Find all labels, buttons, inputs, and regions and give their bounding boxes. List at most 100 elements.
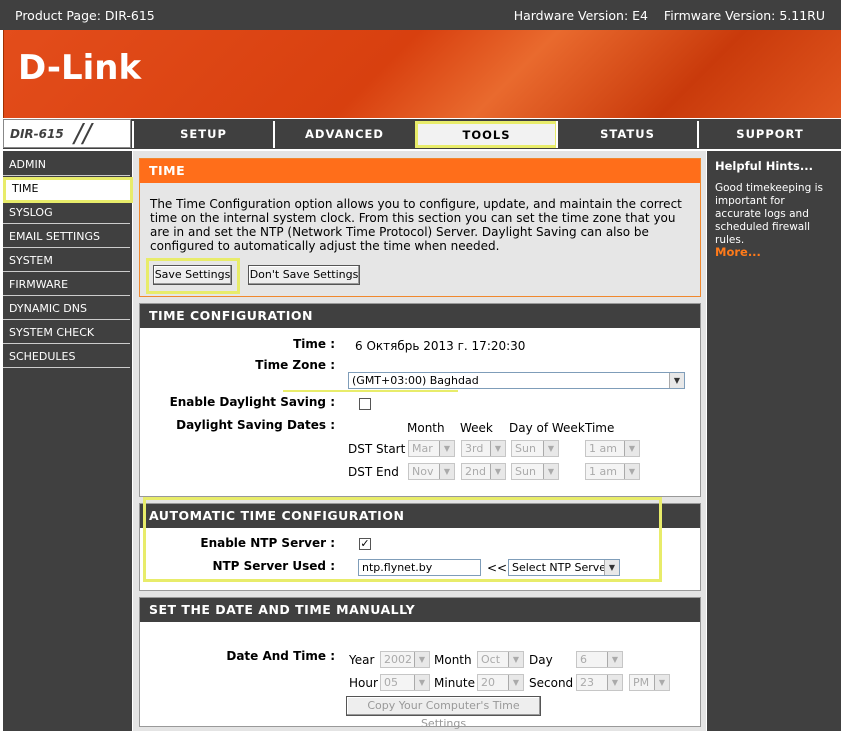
minute-select[interactable]: 20 ▼ bbox=[477, 674, 524, 691]
ntp-enable-checkbox[interactable]: ✓ bbox=[359, 538, 371, 550]
year-value: 2002 bbox=[384, 653, 412, 666]
month-value: Oct bbox=[481, 653, 501, 666]
minute-value: 20 bbox=[481, 676, 495, 689]
manual-title: SET THE DATE AND TIME MANUALLY bbox=[140, 598, 700, 622]
daylight-saving-checkbox[interactable] bbox=[359, 398, 371, 410]
dst-end-month-select[interactable]: Nov ▼ bbox=[408, 463, 455, 480]
intro-title: TIME bbox=[140, 159, 700, 183]
chevron-down-icon: ▼ bbox=[439, 441, 454, 456]
dst-end-label: DST End bbox=[348, 465, 399, 479]
sidebar-item-email-settings[interactable]: EMAIL SETTINGS bbox=[3, 225, 130, 248]
tab-support[interactable]: SUPPORT bbox=[697, 121, 841, 148]
month-label: Month bbox=[434, 653, 472, 667]
copy-computer-time-button[interactable]: Copy Your Computer's Time Settings bbox=[346, 696, 541, 730]
sidebar-item-admin[interactable]: ADMIN bbox=[3, 153, 130, 176]
sidebar-item-system[interactable]: SYSTEM bbox=[3, 249, 130, 272]
model-label: DIR-615 bbox=[10, 127, 64, 141]
dst-end-dow-select[interactable]: Sun ▼ bbox=[511, 463, 559, 480]
hour-label: Hour bbox=[349, 676, 378, 690]
col-month-label: Month bbox=[407, 421, 445, 435]
sidebar-item-syslog[interactable]: SYSLOG bbox=[3, 201, 130, 224]
time-zone-value: (GMT+03:00) Baghdad bbox=[352, 374, 479, 387]
time-intro-section: TIME The Time Configuration option allow… bbox=[139, 158, 701, 297]
ntp-arrows-label: << bbox=[487, 561, 508, 575]
chevron-down-icon: ▼ bbox=[414, 652, 429, 667]
ntp-server-select[interactable]: Select NTP Server ▼ bbox=[508, 559, 620, 576]
dst-end-dow-value: Sun bbox=[515, 465, 536, 478]
chevron-down-icon: ▼ bbox=[607, 652, 622, 667]
tab-advanced[interactable]: ADVANCED bbox=[273, 121, 414, 148]
second-value: 23 bbox=[580, 676, 594, 689]
tab-tools[interactable]: TOOLS bbox=[415, 121, 558, 148]
ampm-select[interactable]: PM ▼ bbox=[629, 674, 670, 691]
hints-text: Good timekeeping is important for accura… bbox=[715, 182, 823, 246]
save-settings-button[interactable]: Save Settings bbox=[153, 265, 232, 285]
ntp-server-input[interactable]: ntp.flynet.by bbox=[358, 559, 481, 576]
sidebar-item-firmware[interactable]: FIRMWARE bbox=[3, 273, 130, 296]
enable-daylight-saving-label: Enable Daylight Saving : bbox=[169, 395, 335, 409]
dst-start-label: DST Start bbox=[348, 442, 406, 456]
model-badge: DIR-615 // bbox=[3, 119, 131, 148]
timezone-underline-highlight bbox=[283, 390, 458, 392]
product-page-label: Product Page: DIR-615 bbox=[15, 8, 155, 23]
chevron-down-icon: ▼ bbox=[508, 675, 523, 690]
time-zone-select[interactable]: (GMT+03:00) Baghdad ▼ bbox=[348, 372, 685, 389]
hour-select[interactable]: 05 ▼ bbox=[380, 674, 430, 691]
year-select[interactable]: 2002 ▼ bbox=[380, 651, 430, 668]
day-select[interactable]: 6 ▼ bbox=[576, 651, 623, 668]
chevron-down-icon: ▼ bbox=[624, 441, 639, 456]
chevron-down-icon: ▼ bbox=[439, 464, 454, 479]
dst-end-week-select[interactable]: 2nd ▼ bbox=[461, 463, 506, 480]
main-nav: DIR-615 // SETUP ADVANCED TOOLS STATUS S… bbox=[3, 119, 841, 149]
dst-start-time-select[interactable]: 1 am ▼ bbox=[585, 440, 640, 457]
col-week-label: Week bbox=[460, 421, 493, 435]
dst-end-week-value: 2nd bbox=[465, 465, 486, 478]
tab-setup[interactable]: SETUP bbox=[132, 121, 273, 148]
time-label: Time : bbox=[293, 337, 335, 351]
dst-start-month-select[interactable]: Mar ▼ bbox=[408, 440, 455, 457]
dst-start-week-select[interactable]: 3rd ▼ bbox=[461, 440, 506, 457]
slashes-decoration: // bbox=[74, 119, 92, 149]
sidebar-item-system-check[interactable]: SYSTEM CHECK bbox=[3, 321, 130, 344]
chevron-down-icon: ▼ bbox=[490, 441, 505, 456]
hints-title: Helpful Hints... bbox=[715, 159, 813, 173]
month-select[interactable]: Oct ▼ bbox=[477, 651, 524, 668]
dst-end-time-select[interactable]: 1 am ▼ bbox=[585, 463, 640, 480]
chevron-down-icon: ▼ bbox=[414, 675, 429, 690]
dst-start-dow-value: Sun bbox=[515, 442, 536, 455]
dst-end-time-value: 1 am bbox=[589, 465, 617, 478]
dst-end-month-value: Nov bbox=[412, 465, 434, 478]
second-label: Second bbox=[529, 676, 574, 690]
versions-label: Hardware Version: E4 Firmware Version: 5… bbox=[513, 8, 825, 23]
time-config-title: TIME CONFIGURATION bbox=[140, 304, 700, 328]
ampm-value: PM bbox=[633, 676, 650, 689]
dst-start-dow-select[interactable]: Sun ▼ bbox=[511, 440, 559, 457]
tab-status[interactable]: STATUS bbox=[556, 121, 697, 148]
hints-more-link[interactable]: More... bbox=[715, 245, 761, 259]
chevron-down-icon: ▼ bbox=[543, 464, 558, 479]
sidebar: ADMIN TIME SYSLOG EMAIL SETTINGS SYSTEM … bbox=[3, 151, 133, 731]
helpful-hints-panel: Helpful Hints... Good timekeeping is imp… bbox=[707, 151, 841, 731]
top-bar: Product Page: DIR-615 Hardware Version: … bbox=[0, 0, 841, 30]
chevron-down-icon: ▼ bbox=[508, 652, 523, 667]
date-and-time-label: Date And Time : bbox=[226, 649, 335, 663]
intro-text: The Time Configuration option allows you… bbox=[150, 197, 682, 253]
sidebar-item-dynamic-dns[interactable]: DYNAMIC DNS bbox=[3, 297, 130, 320]
minute-label: Minute bbox=[434, 676, 475, 690]
chevron-down-icon: ▼ bbox=[604, 560, 619, 575]
sidebar-item-schedules[interactable]: SCHEDULES bbox=[3, 345, 130, 368]
daylight-saving-dates-label: Daylight Saving Dates : bbox=[176, 418, 335, 432]
dst-start-time-value: 1 am bbox=[589, 442, 617, 455]
dlink-logo: D-Link bbox=[18, 48, 142, 88]
day-value: 6 bbox=[580, 653, 587, 666]
day-label: Day bbox=[529, 653, 553, 667]
brand-banner: D-Link bbox=[3, 30, 841, 118]
sidebar-item-time[interactable]: TIME bbox=[3, 177, 133, 203]
chevron-down-icon: ▼ bbox=[669, 373, 684, 388]
chevron-down-icon: ▼ bbox=[607, 675, 622, 690]
hour-value: 05 bbox=[384, 676, 398, 689]
ntp-server-select-value: Select NTP Server bbox=[512, 561, 611, 574]
auto-time-title: AUTOMATIC TIME CONFIGURATION bbox=[140, 504, 700, 528]
second-select[interactable]: 23 ▼ bbox=[576, 674, 623, 691]
dont-save-settings-button[interactable]: Don't Save Settings bbox=[248, 265, 360, 285]
